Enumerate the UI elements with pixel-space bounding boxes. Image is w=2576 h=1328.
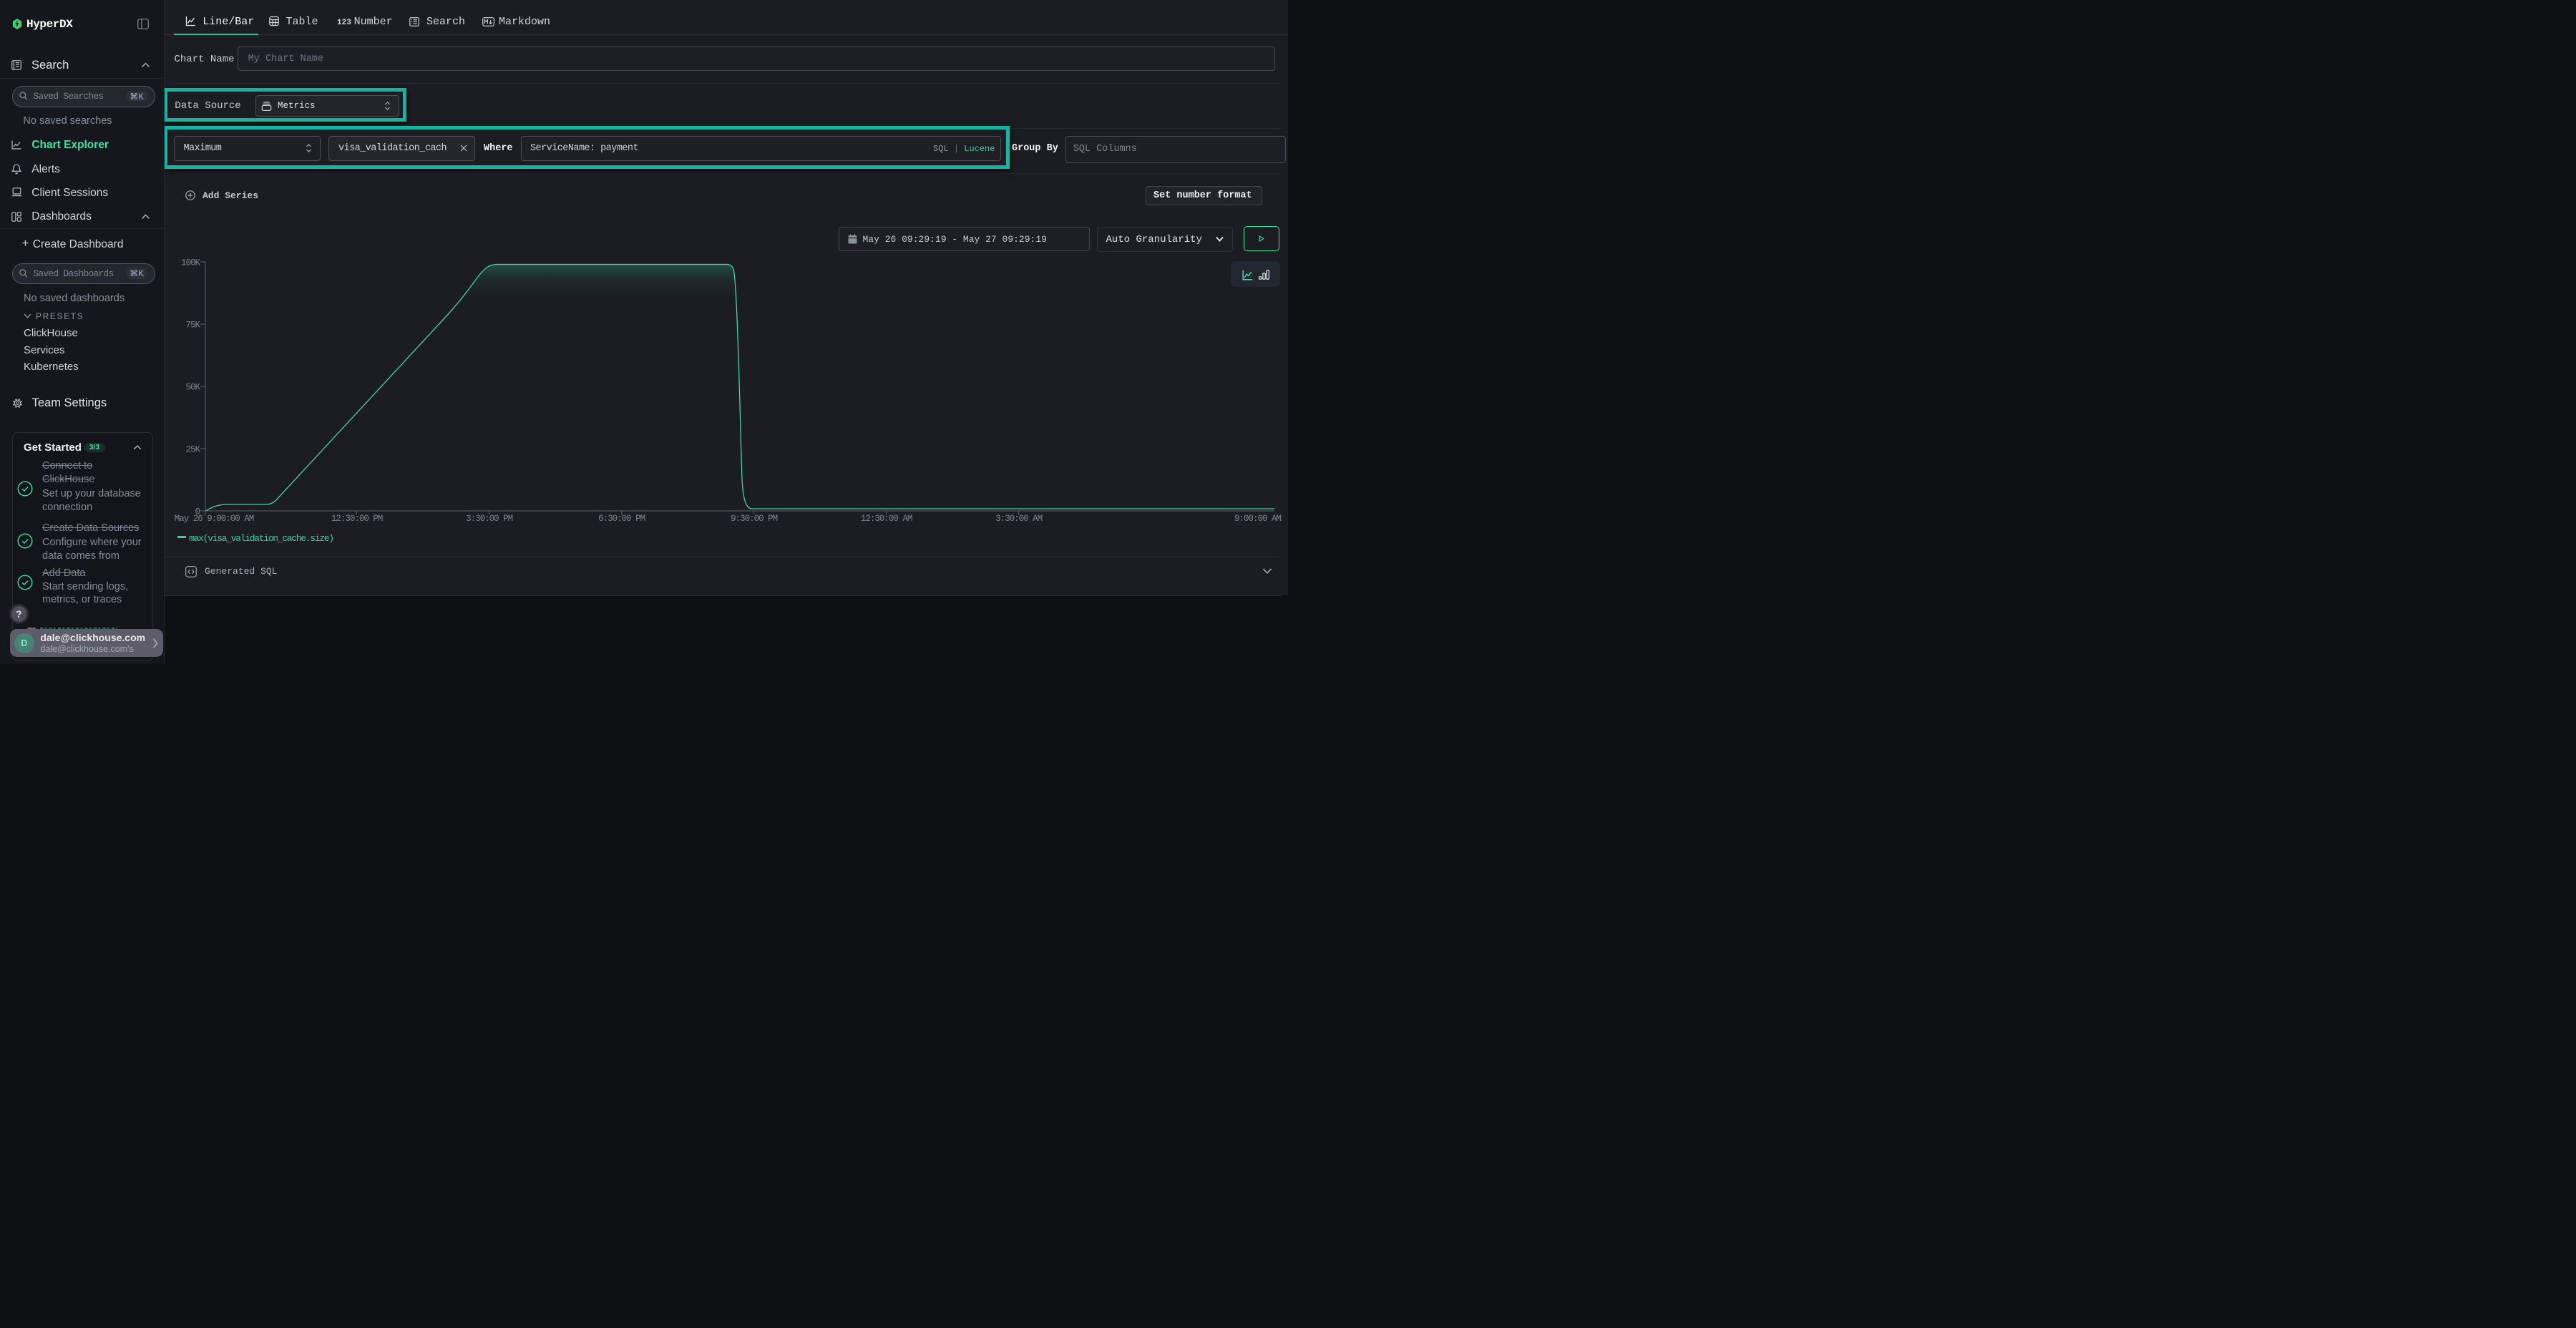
svg-text:12:30:00 AM: 12:30:00 AM	[861, 514, 912, 524]
svg-text:9:00:00 AM: 9:00:00 AM	[1234, 514, 1282, 524]
svg-text:May 26 9:00:00 AM: May 26 9:00:00 AM	[175, 514, 254, 524]
svg-text:25K: 25K	[185, 445, 200, 455]
svg-text:6:30:00 PM: 6:30:00 PM	[598, 514, 645, 524]
svg-text:9:30:00 PM: 9:30:00 PM	[731, 514, 778, 524]
svg-text:3:30:00 PM: 3:30:00 PM	[466, 514, 513, 524]
svg-text:50K: 50K	[185, 383, 200, 393]
svg-text:3:30:00 AM: 3:30:00 AM	[995, 514, 1043, 524]
svg-text:75K: 75K	[185, 321, 200, 331]
svg-text:100K: 100K	[181, 258, 201, 268]
svg-text:12:30:00 PM: 12:30:00 PM	[331, 514, 383, 524]
